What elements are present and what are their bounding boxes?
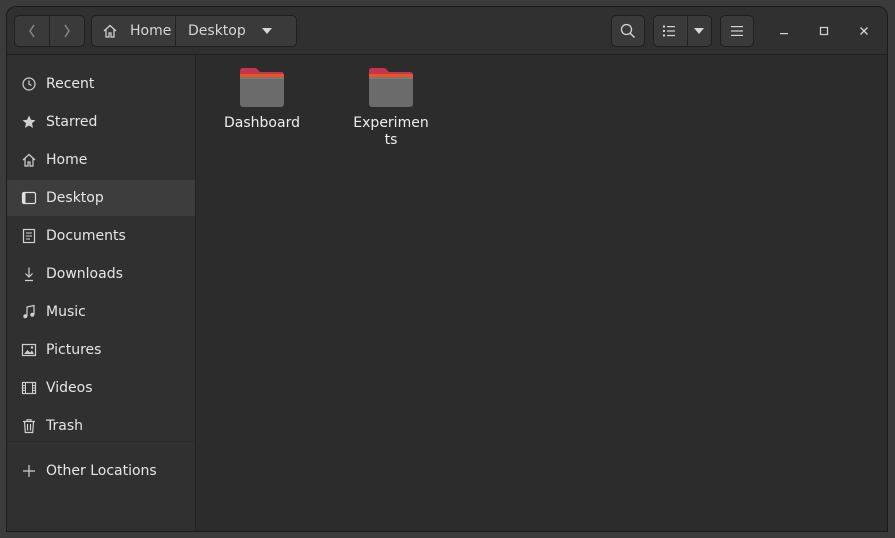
document-icon (21, 228, 37, 244)
list-view-icon (663, 25, 676, 37)
back-button[interactable] (15, 16, 49, 46)
sidebar-item-label: Recent (46, 76, 95, 92)
home-icon (21, 152, 37, 168)
star-icon (21, 114, 37, 130)
maximize-button[interactable] (808, 15, 840, 47)
file-item-folder[interactable]: Dashboard (207, 65, 317, 132)
sidebar-item-recent[interactable]: Recent (7, 66, 195, 102)
file-view: Dashboard Experiments (196, 55, 887, 531)
trash-icon (21, 418, 37, 434)
sidebar-item-documents[interactable]: Documents (7, 218, 195, 254)
sidebar-item-label: Downloads (46, 266, 123, 282)
sidebar-item-home[interactable]: Home (7, 142, 195, 178)
picture-icon (21, 342, 37, 358)
sidebar-item-label: Other Locations (46, 463, 157, 479)
sidebar-item-label: Desktop (46, 190, 104, 206)
view-button-group (653, 15, 712, 47)
nav-button-group (14, 15, 85, 47)
main-menu-button[interactable] (720, 15, 754, 47)
sidebar-divider (7, 441, 195, 442)
clock-icon (21, 76, 37, 92)
video-icon (21, 380, 37, 396)
sidebar-item-music[interactable]: Music (7, 294, 195, 330)
file-name: Dashboard (224, 115, 300, 131)
forward-button[interactable] (50, 16, 84, 46)
file-manager-window: Home Desktop Recent Starred Home Desktop… (7, 7, 887, 531)
search-button[interactable] (611, 15, 645, 47)
view-options-button[interactable] (688, 16, 711, 46)
sidebar-item-desktop[interactable]: Desktop (7, 180, 195, 216)
sidebar-item-label: Documents (46, 228, 126, 244)
file-item-folder[interactable]: Experiments (336, 65, 446, 149)
desktop-icon (21, 190, 37, 206)
maximize-icon (819, 26, 829, 36)
sidebar-item-label: Starred (46, 114, 98, 130)
folder-icon (240, 68, 284, 107)
sidebar-item-label: Trash (46, 418, 83, 434)
chevron-right-icon (64, 24, 70, 38)
close-button[interactable] (848, 15, 880, 47)
file-name: Experiments (353, 115, 429, 148)
breadcrumb: Home Desktop (91, 15, 297, 47)
sidebar-item-starred[interactable]: Starred (7, 104, 195, 140)
minimize-icon (780, 33, 788, 35)
sidebar-item-label: Videos (46, 380, 93, 396)
sidebar: Recent Starred Home Desktop Documents Do… (7, 55, 196, 531)
breadcrumb-home[interactable]: Home (92, 16, 176, 46)
home-icon (103, 24, 117, 38)
close-icon (860, 27, 868, 35)
breadcrumb-desktop[interactable]: Desktop (176, 16, 296, 46)
caret-down-icon (694, 28, 705, 34)
chevron-left-icon (29, 24, 35, 38)
caret-down-icon (261, 28, 272, 34)
download-icon (21, 266, 37, 282)
breadcrumb-home-label: Home (130, 23, 172, 39)
sidebar-item-label: Pictures (46, 342, 102, 358)
list-view-button[interactable] (654, 16, 687, 46)
search-icon (620, 23, 635, 38)
breadcrumb-current-label: Desktop (188, 23, 246, 39)
hamburger-menu-icon (731, 26, 743, 36)
sidebar-item-other-locations[interactable]: Other Locations (7, 453, 195, 489)
plus-icon (21, 463, 37, 479)
folder-icon (369, 68, 413, 107)
sidebar-item-downloads[interactable]: Downloads (7, 256, 195, 292)
header-bar: Home Desktop (7, 7, 887, 55)
sidebar-item-label: Music (46, 304, 86, 320)
sidebar-item-pictures[interactable]: Pictures (7, 332, 195, 368)
sidebar-item-label: Home (46, 152, 88, 168)
sidebar-item-trash[interactable]: Trash (7, 408, 195, 444)
minimize-button[interactable] (768, 15, 800, 47)
sidebar-item-videos[interactable]: Videos (7, 370, 195, 406)
music-icon (21, 304, 37, 320)
